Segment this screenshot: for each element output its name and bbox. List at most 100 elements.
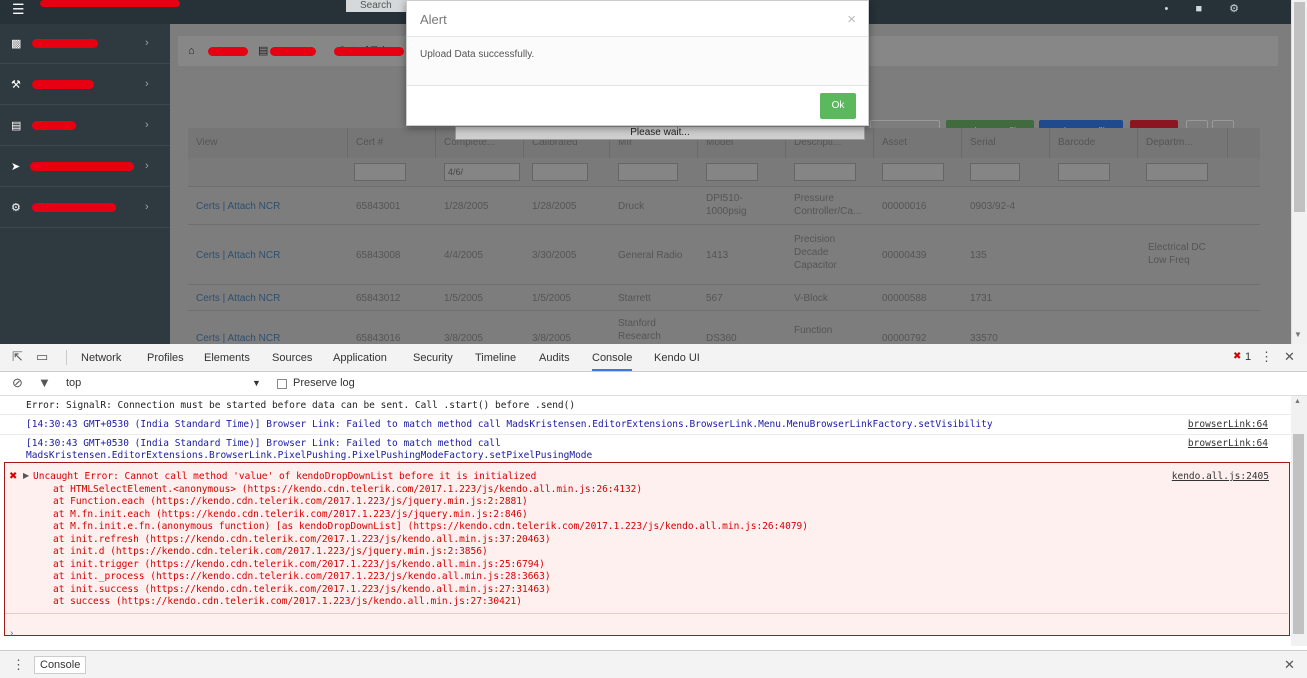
close-icon[interactable]: × xyxy=(847,11,856,28)
console-log-browserlink-cont: MadsKristensen.EditorExtensions.BrowserL… xyxy=(26,450,593,461)
stack-frame[interactable]: at init.refresh (https://kendo.cdn.teler… xyxy=(53,534,551,547)
cert-filter[interactable] xyxy=(354,163,406,181)
department-filter[interactable] xyxy=(1146,163,1208,181)
stack-frame[interactable]: at success (https://kendo.cdn.telerik.co… xyxy=(53,596,522,609)
log-source-link[interactable]: browserLink:64 xyxy=(1188,438,1268,449)
certs-attach-link[interactable]: Certs | Attach NCR xyxy=(196,332,280,344)
column-header-asset[interactable]: Asset xyxy=(874,128,962,158)
stack-frame[interactable]: at init.success (https://kendo.cdn.teler… xyxy=(53,584,551,597)
log-source-link[interactable]: browserLink:64 xyxy=(1188,419,1268,430)
tab-elements[interactable]: Elements xyxy=(204,352,250,364)
top-right-icons[interactable]: • ■ ⚙ xyxy=(1165,2,1251,15)
console-prompt-icon[interactable]: › xyxy=(10,628,13,639)
tab-console[interactable]: Console xyxy=(592,352,633,371)
redacted-label xyxy=(32,80,94,89)
console-scrollbar[interactable]: ▲ xyxy=(1291,396,1307,646)
sidebar-item-3[interactable]: ▤ › xyxy=(0,106,170,146)
devtools-tabbar: ⇱ ▭ Network Profiles Elements Sources Ap… xyxy=(0,344,1307,372)
context-selector[interactable]: top xyxy=(66,377,81,389)
calibrated-date-filter[interactable] xyxy=(532,163,588,181)
barcode-filter[interactable] xyxy=(1058,163,1110,181)
dept-cell: Electrical DC Low Freq xyxy=(1148,242,1206,266)
drawer-tab-console[interactable]: Console xyxy=(34,656,87,674)
complete-date-filter[interactable]: 4/6/ xyxy=(444,163,520,181)
preserve-log-checkbox[interactable] xyxy=(277,379,287,389)
tab-security[interactable]: Security xyxy=(413,352,453,364)
alert-body: Upload Data successfully. xyxy=(407,37,868,85)
error-count[interactable]: 1 xyxy=(1245,351,1251,363)
model-cell: 567 xyxy=(706,293,723,304)
console-log-signalr: Error: SignalR: Connection must be start… xyxy=(26,400,576,411)
redacted-label xyxy=(32,121,76,130)
ok-button[interactable]: Ok xyxy=(820,93,856,119)
error-count-icon[interactable]: ✖ xyxy=(1233,351,1241,362)
stack-frame[interactable]: at init._process (https://kendo.cdn.tele… xyxy=(53,571,551,584)
close-drawer-icon[interactable]: ✕ xyxy=(1284,657,1295,673)
more-options-icon[interactable]: ⋮ xyxy=(1260,349,1273,365)
certs-attach-link[interactable]: Certs | Attach NCR xyxy=(196,292,280,305)
scrollbar-thumb[interactable] xyxy=(1293,434,1304,634)
stack-frame[interactable]: at Function.each (https://kendo.cdn.tele… xyxy=(53,496,528,509)
sidebar-item-5[interactable]: ⚙ › xyxy=(0,188,170,228)
sidebar-item-4[interactable]: ➤ › xyxy=(0,147,170,187)
divider xyxy=(407,85,868,86)
sidebar-item-1[interactable]: ▩ › xyxy=(0,24,170,64)
serial-filter[interactable] xyxy=(970,163,1020,181)
asset-cell: 00000792 xyxy=(882,333,927,344)
redacted-crumb xyxy=(208,47,248,56)
page-scrollbar[interactable]: ▼ xyxy=(1291,0,1307,344)
scroll-up-icon[interactable]: ▲ xyxy=(1294,398,1301,405)
close-devtools-icon[interactable]: ✕ xyxy=(1284,349,1295,365)
sidebar-item-2[interactable]: ⚒ › xyxy=(0,65,170,105)
stack-frame[interactable]: at M.fn.init.each (https://kendo.cdn.tel… xyxy=(53,509,528,522)
clear-console-icon[interactable]: ⊘ xyxy=(12,375,23,391)
devtools-panel: ⇱ ▭ Network Profiles Elements Sources Ap… xyxy=(0,344,1307,678)
certs-attach-link[interactable]: Certs | Attach NCR xyxy=(196,200,280,213)
certs-attach-link[interactable]: Certs | Attach NCR xyxy=(196,249,280,262)
device-toolbar-icon[interactable]: ▭ xyxy=(36,349,48,365)
mfr-cell: Stanford Research xyxy=(618,318,661,342)
mfr-filter[interactable] xyxy=(618,163,678,181)
column-header-barcode[interactable]: Barcode xyxy=(1050,128,1138,158)
error-source-link[interactable]: kendo.all.js:2405 xyxy=(1172,471,1269,482)
stack-frame[interactable]: at M.fn.init.e.fn.(anonymous function) [… xyxy=(53,521,808,534)
serial-cell: 0903/92-4 xyxy=(970,201,1016,212)
expand-triangle-icon[interactable]: ▶ xyxy=(23,471,29,480)
tab-audits[interactable]: Audits xyxy=(539,352,570,364)
tab-application[interactable]: Application xyxy=(333,352,387,364)
tab-sources[interactable]: Sources xyxy=(272,352,312,364)
filter-icon[interactable]: ▼ xyxy=(38,375,51,390)
desc-filter[interactable] xyxy=(794,163,856,181)
complete-cell: 1/28/2005 xyxy=(444,201,489,212)
mfr-cell: Druck xyxy=(618,201,645,212)
asset-filter[interactable] xyxy=(882,163,944,181)
inspect-icon[interactable]: ⇱ xyxy=(12,349,23,365)
drawer-menu-icon[interactable]: ⋮ xyxy=(12,657,25,673)
model-filter[interactable] xyxy=(706,163,758,181)
tab-profiles[interactable]: Profiles xyxy=(147,352,184,364)
tab-network[interactable]: Network xyxy=(81,352,121,364)
stack-frame[interactable]: at init.d (https://kendo.cdn.telerik.com… xyxy=(53,546,488,559)
column-header-view[interactable]: View xyxy=(188,128,348,158)
console-drawer: ⋮ Console ✕ xyxy=(0,650,1307,678)
chevron-down-icon[interactable]: ▼ xyxy=(252,378,261,388)
asset-cell: 00000588 xyxy=(882,293,927,304)
chevron-right-icon: › xyxy=(145,201,149,213)
tab-kendo-ui[interactable]: Kendo UI xyxy=(654,352,700,364)
redacted-label xyxy=(32,39,98,48)
search-input[interactable]: Search xyxy=(346,0,406,12)
tab-timeline[interactable]: Timeline xyxy=(475,352,516,364)
stack-frame[interactable]: at init.trigger (https://kendo.cdn.teler… xyxy=(53,559,545,572)
column-header-department[interactable]: Departm... xyxy=(1138,128,1228,158)
stack-frame[interactable]: at HTMLSelectElement.<anonymous> (https:… xyxy=(53,484,642,497)
filter-date-value: 4/6/ xyxy=(448,167,464,177)
cert-cell: 65843001 xyxy=(356,201,401,212)
scrollbar-thumb[interactable] xyxy=(1294,2,1305,212)
home-icon[interactable]: ⌂ xyxy=(188,45,195,57)
hamburger-icon[interactable]: ☰ xyxy=(12,1,25,18)
please-wait-overlay: Please wait... xyxy=(455,126,865,140)
column-header-serial[interactable]: Serial xyxy=(962,128,1050,158)
console-log-browserlink: [14:30:43 GMT+0530 (India Standard Time)… xyxy=(26,438,501,449)
scroll-down-icon[interactable]: ▼ xyxy=(1294,330,1302,339)
column-header-cert[interactable]: Cert # xyxy=(348,128,436,158)
